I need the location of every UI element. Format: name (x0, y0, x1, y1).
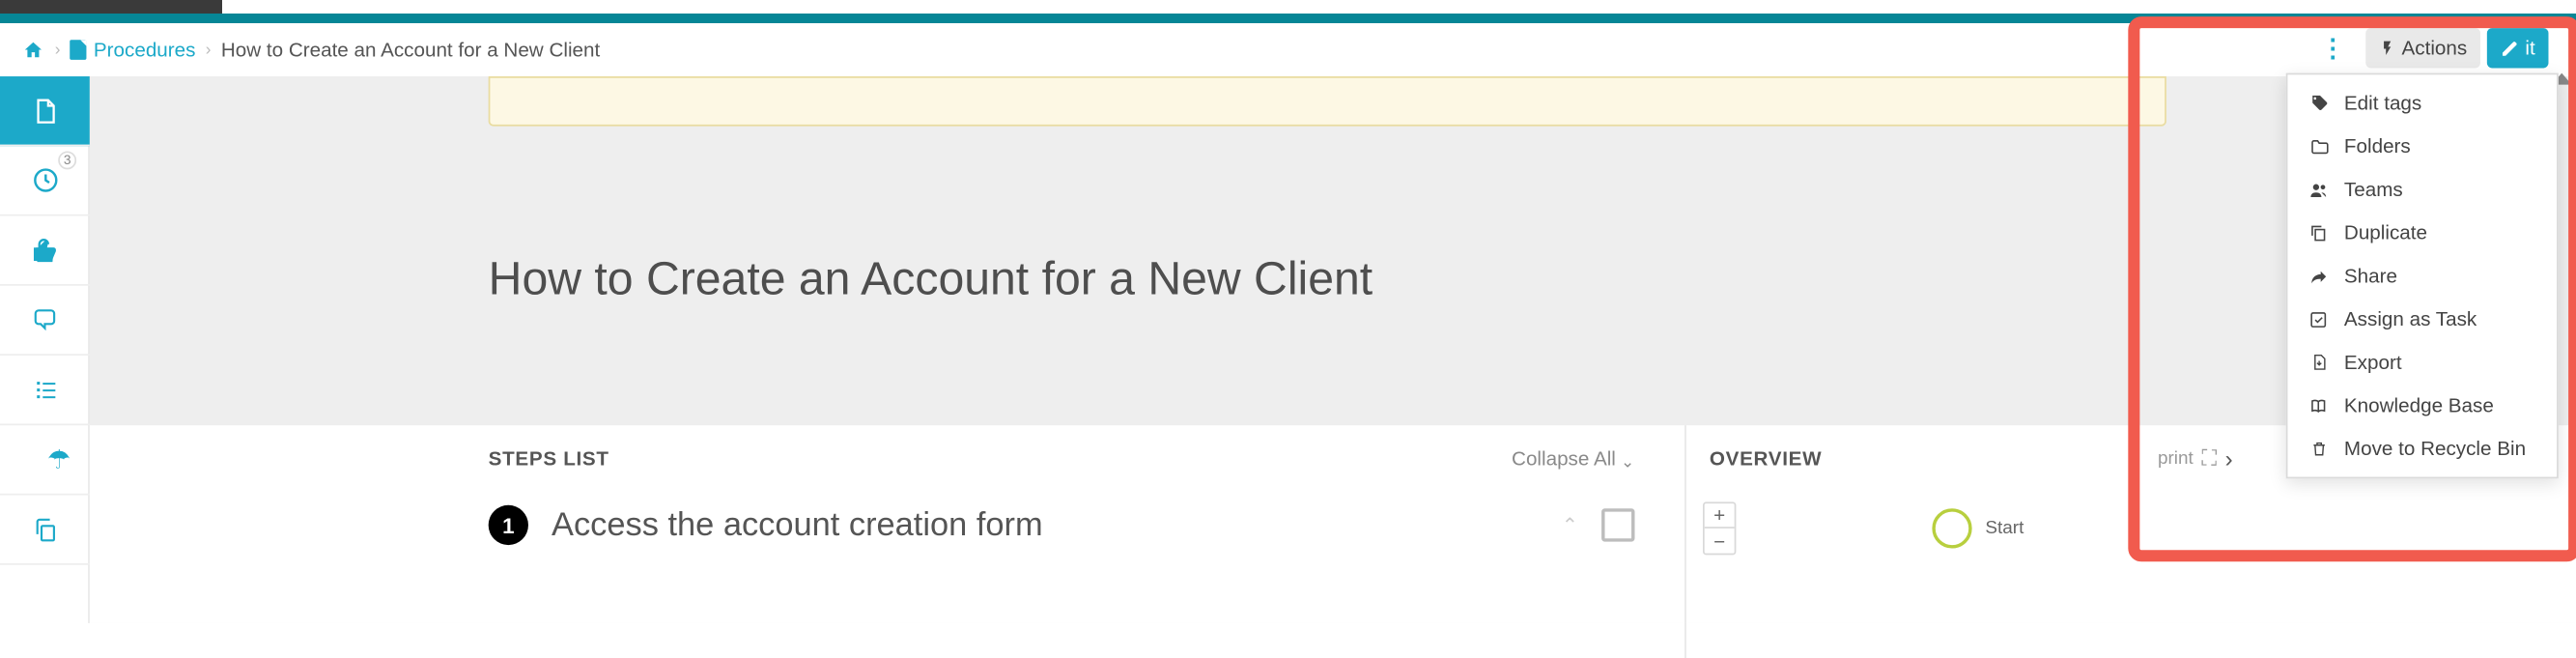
sidebar-tab-approvals[interactable] (0, 216, 90, 286)
actions-button-label: Actions (2402, 37, 2468, 60)
folder-icon (2307, 137, 2329, 156)
step-row[interactable]: 1 Access the account creation form ⌃ (489, 492, 1635, 558)
menu-assign-task[interactable]: Assign as Task (2287, 298, 2557, 341)
sidebar-tab-history[interactable]: 3 (0, 146, 90, 215)
sidebar-tab-copy[interactable] (0, 495, 90, 564)
main-area: How to Create an Account for a New Clien… (90, 76, 2575, 623)
content-lower: STEPS LIST Collapse All ⌃ 1 Access the a… (90, 425, 2575, 623)
sidebar-tab-tasks[interactable] (0, 356, 90, 425)
tag-icon (2307, 93, 2329, 113)
breadcrumb: › Procedures › How to Create an Account … (21, 28, 2558, 72)
top-teal-strip (0, 14, 2576, 23)
overview-panel: OVERVIEW print ⛶ › + − Start (1684, 425, 2250, 658)
chevron-right-icon[interactable]: › (2225, 445, 2233, 472)
sidebar-badge: 3 (58, 151, 76, 169)
expand-icon[interactable]: ⛶ (2201, 445, 2217, 472)
zoom-out-button[interactable]: − (1705, 529, 1735, 554)
menu-item-label: Move to Recycle Bin (2344, 437, 2526, 460)
menu-folders[interactable]: Folders (2287, 125, 2557, 168)
steps-panel: STEPS LIST Collapse All ⌃ 1 Access the a… (489, 425, 1635, 558)
chevron-right-icon: › (55, 41, 61, 59)
chevron-up-icon[interactable]: ⌃ (1562, 513, 1578, 536)
trash-icon (2307, 439, 2329, 459)
menu-item-label: Share (2344, 264, 2397, 287)
actions-button[interactable]: Actions (2365, 28, 2480, 68)
menu-teams[interactable]: Teams (2287, 168, 2557, 212)
top-dark-strip (0, 0, 222, 14)
menu-export[interactable]: Export (2287, 341, 2557, 385)
menu-item-label: Export (2344, 351, 2402, 374)
menu-edit-tags[interactable]: Edit tags (2287, 81, 2557, 125)
sidebar-tab-document[interactable] (0, 76, 90, 146)
home-icon[interactable] (21, 40, 44, 60)
zoom-control: + − (1703, 501, 1736, 555)
step-title: Access the account creation form (552, 506, 1539, 545)
menu-item-label: Duplicate (2344, 221, 2427, 244)
step-checkbox[interactable] (1601, 508, 1634, 541)
book-icon (2307, 396, 2329, 415)
step-number: 1 (489, 505, 528, 545)
start-node-label: Start (1985, 519, 2024, 539)
kebab-icon: ⋮ (2320, 36, 2345, 61)
file-icon (71, 40, 87, 60)
menu-share[interactable]: Share (2287, 254, 2557, 298)
print-button[interactable]: print (2158, 448, 2194, 469)
edit-button[interactable]: it (2487, 28, 2549, 68)
more-menu-button[interactable]: ⋮ (2307, 28, 2358, 68)
menu-item-label: Folders (2344, 134, 2411, 157)
actions-menu: Edit tags Folders Teams Duplicate Share … (2286, 73, 2559, 479)
task-icon (2307, 310, 2329, 329)
chevron-right-icon: › (206, 41, 212, 59)
duplicate-icon (2307, 222, 2329, 243)
menu-duplicate[interactable]: Duplicate (2287, 211, 2557, 254)
menu-item-label: Teams (2344, 178, 2403, 201)
menu-item-label: Assign as Task (2344, 307, 2477, 330)
menu-item-label: Knowledge Base (2344, 394, 2494, 417)
page-title: How to Create an Account for a New Clien… (489, 252, 1373, 305)
teams-icon (2307, 181, 2329, 199)
breadcrumb-current: How to Create an Account for a New Clien… (221, 38, 600, 61)
export-icon (2307, 353, 2329, 373)
zoom-in-button[interactable]: + (1705, 503, 1735, 529)
steps-header: STEPS LIST (489, 447, 609, 471)
share-icon (2307, 267, 2329, 285)
overview-header: OVERVIEW (1710, 447, 1822, 471)
sidebar-tab-risk[interactable]: ☂ (0, 425, 90, 495)
menu-knowledge-base[interactable]: Knowledge Base (2287, 384, 2557, 427)
collapse-all-button[interactable]: Collapse All ⌃ (1512, 447, 1634, 471)
collapse-all-label: Collapse All (1512, 447, 1616, 471)
menu-item-label: Edit tags (2344, 92, 2421, 115)
start-node-circle (1932, 508, 1971, 548)
bolt-icon (2378, 38, 2394, 58)
chevron-up-icon: ⌃ (1621, 449, 1634, 468)
left-sidebar: 3 ☂ (0, 76, 90, 623)
menu-recycle-bin[interactable]: Move to Recycle Bin (2287, 427, 2557, 471)
warning-banner (489, 76, 2166, 127)
breadcrumb-procedures[interactable]: Procedures (94, 38, 196, 61)
edit-button-label: it (2525, 37, 2534, 60)
edit-icon (2501, 39, 2519, 57)
sidebar-tab-comments[interactable] (0, 286, 90, 356)
flow-start-node[interactable]: Start (1932, 508, 2024, 548)
